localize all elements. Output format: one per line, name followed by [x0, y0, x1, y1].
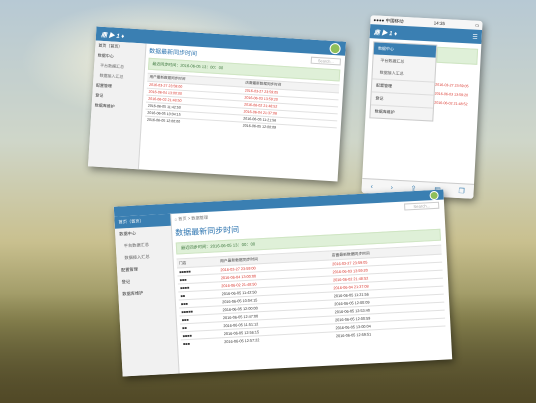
battery-icon: ▭	[474, 22, 480, 28]
mobile-menu: 数据中心 平台数据汇总 数据接入汇总 配置管理 登记 数据库维护	[369, 41, 438, 122]
screenshot-desktop-main: 首页（首页） 数据中心 平台数据汇总 数据接入汇总 配置管理 登记 数据库维护 …	[113, 189, 453, 377]
sync-table: 用户最新数据同步时间 店面最新数据同步时间 2016-03-27 23:59:0…	[144, 73, 340, 135]
menu-icon[interactable]: ☰	[472, 33, 478, 40]
store-sync-time: 2016-06-02 21:48:52	[434, 100, 468, 107]
page-title: 数据最新同步时间	[148, 48, 198, 58]
search-input[interactable]: Search...	[404, 201, 440, 211]
carrier-label: ●●●● 中国移动	[373, 16, 404, 24]
tabs-icon[interactable]: ❐	[458, 187, 465, 195]
screenshot-desktop-top: 鼎 ▶ 1 ♦ 首页（首页） 数据中心 平台数据汇总 数据接入汇总 配置管理 登…	[87, 26, 347, 182]
sidebar-item-db-maintenance[interactable]: 数据库维护	[370, 104, 433, 121]
app-logo: 鼎 ▶ 1 ♦	[373, 29, 398, 38]
breadcrumb-home[interactable]: 首页	[178, 215, 187, 220]
main-content: ⌂ 首页 > 数据管理 Search... 数据最新同步时间 最近同步时间：20…	[174, 201, 446, 348]
back-icon[interactable]: ‹	[370, 183, 373, 190]
breadcrumb-data[interactable]: 数据管理	[191, 214, 208, 220]
sync-alert-fragment	[436, 46, 479, 65]
store-name: ■■■	[180, 337, 223, 348]
mobile-content: 2016-03-27 23:59:05 2016-06-03 13:59:20 …	[434, 46, 479, 107]
sidebar-item-db-maintenance[interactable]: 数据库维护	[118, 286, 175, 301]
main-content: 数据最新同步时间 Search... 最近同步时间：2016-06-05 13：…	[144, 46, 342, 135]
store-sync-time: 2016-06-03 13:59:20	[434, 91, 469, 98]
clock-label: 14:35	[433, 20, 446, 27]
breadcrumb: ⌂ 首页 > 数据管理	[174, 214, 209, 222]
sync-table: 门店 用户最新数据同步时间 店面最新数据同步时间 ■■■■■ 2016-03-27…	[176, 245, 446, 348]
sidebar-item-db-maintenance[interactable]: 数据库维护	[91, 100, 142, 113]
forward-icon[interactable]: ›	[390, 184, 393, 191]
screenshot-mobile: ●●●● 中国移动 14:35 ▭ 鼎 ▶ 1 ♦ ☰ 数据中心 平台数据汇总 …	[361, 15, 483, 199]
sidebar: 首页（首页） 数据中心 平台数据汇总 数据接入汇总 配置管理 登记 数据库维护	[87, 40, 147, 170]
app-logo: 鼎 ▶ 1 ♦	[100, 32, 125, 40]
store-sync-time: 2016-03-27 23:59:05	[435, 82, 469, 89]
avatar[interactable]	[329, 42, 341, 54]
sidebar: 首页（首页） 数据中心 平台数据汇总 数据接入汇总 配置管理 登记 数据库维护	[114, 213, 180, 377]
home-icon: ⌂	[174, 215, 178, 222]
search-input[interactable]: Search...	[310, 56, 342, 66]
avatar[interactable]	[429, 190, 439, 200]
